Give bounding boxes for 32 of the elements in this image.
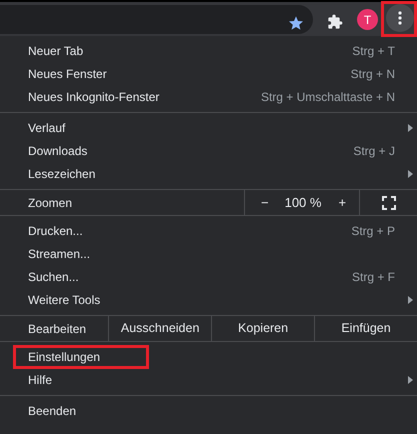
zoom-value: 100 % — [284, 194, 322, 212]
menu-item[interactable]: Streamen... — [28, 244, 395, 262]
menu-item[interactable]: Neuer Tab — [28, 42, 352, 60]
menu-item[interactable]: Neues Fenster — [28, 64, 351, 82]
menu-item[interactable]: Downloads — [28, 142, 354, 160]
menu-item[interactable]: Weitere Tools — [28, 290, 395, 308]
menu-item[interactable]: Suchen... — [28, 268, 352, 286]
edit-action-button[interactable]: Kopieren — [211, 316, 314, 341]
edit-label: Bearbeiten — [27, 320, 88, 338]
zoom-in-button[interactable]: + — [338, 192, 346, 212]
menu-item[interactable]: Drucken... — [28, 222, 352, 240]
menu-button[interactable] — [386, 4, 414, 32]
shortcut-text: Strg + F — [352, 268, 395, 286]
zoom-out-button[interactable]: − — [261, 192, 269, 212]
menu-item[interactable]: Hilfe — [28, 370, 395, 388]
menu-item[interactable]: Lesezeichen — [28, 164, 395, 182]
shortcut-text: Strg + T — [352, 42, 395, 60]
zoom-label: Zoomen — [27, 194, 74, 212]
shortcut-text: Strg + N — [350, 66, 395, 82]
fullscreen-icon[interactable] — [382, 196, 396, 210]
shortcut-text: Strg + P — [351, 222, 395, 240]
avatar[interactable]: T — [357, 9, 378, 30]
edit-action-button[interactable]: Ausschneiden — [108, 316, 212, 341]
menu-item[interactable]: Neues Inkognito-Fenster — [28, 88, 261, 106]
shortcut-text: Strg + Umschalttaste + N — [260, 88, 395, 106]
menu-item[interactable]: Einstellungen — [28, 348, 395, 366]
puzzle-icon[interactable] — [327, 12, 343, 30]
menu-item[interactable]: Beenden — [28, 402, 395, 420]
menu-item[interactable]: Verlauf — [28, 118, 395, 136]
edit-action-button[interactable]: Einfügen — [314, 316, 417, 341]
shortcut-text: Strg + J — [353, 142, 395, 160]
menu-icon — [398, 11, 402, 25]
